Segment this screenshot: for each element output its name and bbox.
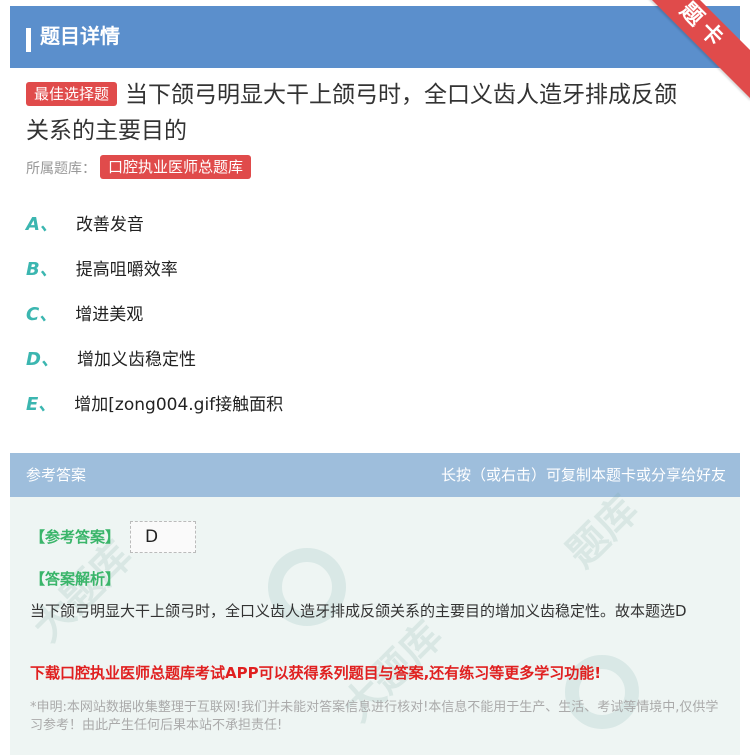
option-b[interactable]: B、 提高咀嚼效率	[26, 255, 178, 285]
option-letter: C、	[26, 304, 58, 325]
option-text: 改善发音	[75, 215, 144, 235]
option-text: 增加义齿稳定性	[76, 350, 196, 370]
option-c[interactable]: C、 增进美观	[26, 300, 143, 330]
option-letter: D、	[26, 349, 59, 370]
option-a[interactable]: A、 改善发音	[26, 210, 144, 240]
app-promo-link[interactable]: 下载口腔执业医师总题库考试APP可以获得系列题目与答案,还有练习等更多学习功能!	[30, 661, 720, 685]
question-text-1: 当下颌弓明显大干上颌弓时，全口义齿人造牙排成反颌	[125, 82, 678, 108]
question-line-2: 关系的主要目的	[26, 118, 187, 144]
answer-title: 参考答案	[26, 466, 87, 484]
header-bar: 题目详情	[10, 6, 740, 68]
option-letter: E、	[26, 394, 57, 415]
ref-answer-label: 【参考答案】	[30, 528, 121, 546]
option-d[interactable]: D、 增加义齿稳定性	[26, 345, 196, 375]
library-label: 所属题库：	[26, 161, 96, 177]
share-hint: 长按（或右击）可复制本题卡或分享给好友	[440, 466, 726, 484]
library-tag[interactable]: 口腔执业医师总题库	[100, 155, 252, 179]
ref-answer-value: D	[130, 521, 196, 553]
option-letter: B、	[26, 259, 58, 280]
answer-header: 参考答案 长按（或右击）可复制本题卡或分享给好友	[10, 453, 740, 497]
question-type-tag: 最佳选择题	[26, 81, 118, 106]
option-text: 增进美观	[75, 305, 144, 325]
option-text: 增加[zong004.gif接触面积	[74, 395, 284, 415]
header-accent	[26, 28, 31, 52]
option-e[interactable]: E、 增加[zong004.gif接触面积	[26, 390, 283, 420]
library-row: 所属题库： 口腔执业医师总题库	[26, 155, 259, 182]
question-line-1: 最佳选择题 当下颌弓明显大干上颌弓时，全口义齿人造牙排成反颌	[26, 78, 726, 112]
analysis-label: 【答案解析】	[30, 570, 121, 588]
option-letter: A、	[26, 214, 58, 235]
option-text: 提高咀嚼效率	[75, 260, 178, 280]
analysis-text: 当下颌弓明显大干上颌弓时，全口义齿人造牙排成反颌关系的主要目的增加义齿稳定性。故…	[30, 602, 687, 620]
page-title: 题目详情	[40, 24, 120, 48]
disclaimer: *申明:本网站数据收集整理于互联网!我们并未能对答案信息进行核对!本信息不能用于…	[30, 700, 719, 733]
